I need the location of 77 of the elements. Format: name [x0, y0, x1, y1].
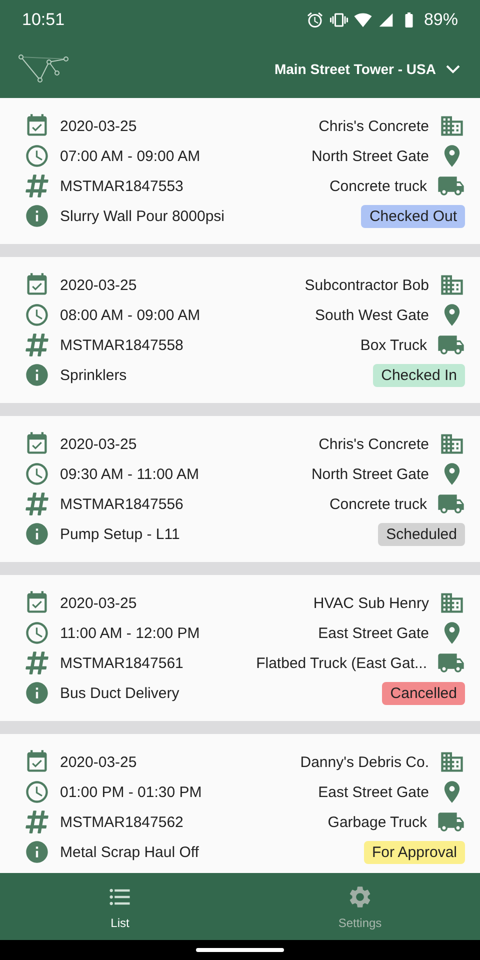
calendar-icon: [24, 431, 50, 457]
delivery-date: 2020-03-25: [60, 754, 137, 770]
clock-icon: [24, 620, 50, 646]
hash-icon: [24, 650, 50, 676]
company-name: Danny's Debris Co.: [300, 754, 429, 770]
hash-icon: [24, 332, 50, 358]
hash-icon: [24, 491, 50, 517]
delivery-card[interactable]: 2020-03-25 Danny's Debris Co. 01:00 PM - 01:30 PM East Street Gate MSTMAR1847562 Garbage Truck Metal Scrap Haul Off For Approval: [0, 734, 480, 873]
gate-name: East Street Gate: [318, 624, 429, 642]
delivery-number: MSTMAR1847562: [60, 814, 184, 830]
company-name: Chris's Concrete: [318, 118, 429, 134]
delivery-description: Bus Duct Delivery: [60, 684, 180, 702]
alarm-icon: [306, 11, 324, 29]
time-window: 09:30 AM - 11:00 AM: [60, 466, 199, 482]
delivery-description: Metal Scrap Haul Off: [60, 844, 199, 860]
delivery-description: Sprinklers: [60, 366, 127, 384]
status-time: 10:51: [22, 10, 65, 30]
delivery-card[interactable]: 2020-03-25 Chris's Concrete 07:00 AM - 09:00 AM North Street Gate MSTMAR1847553 Concrete truck Slurry Wall Pour 8000psi Checked Out: [0, 98, 480, 244]
gate-name: North Street Gate: [311, 148, 429, 164]
clock-icon: [24, 461, 50, 487]
battery-level: 89%: [424, 10, 458, 30]
gate-name: South West Gate: [315, 306, 429, 324]
info-icon: [24, 362, 50, 388]
time-window: 01:00 PM - 01:30 PM: [60, 784, 202, 800]
status-badge: Checked In: [373, 364, 465, 386]
chevron-down-icon: [446, 64, 460, 74]
delivery-card[interactable]: 2020-03-25 Subcontractor Bob 08:00 AM - 09:00 AM South West Gate MSTMAR1847558 Box Truck Sprinklers Checked In: [0, 257, 480, 403]
info-icon: [24, 203, 50, 229]
delivery-number: MSTMAR1847561: [60, 654, 184, 672]
delivery-card[interactable]: 2020-03-25 Chris's Concrete 09:30 AM - 11:00 AM North Street Gate MSTMAR1847556 Concrete truck Pump Setup - L11 Scheduled: [0, 416, 480, 562]
calendar-icon: [24, 590, 50, 616]
info-icon: [24, 839, 50, 865]
nav-tab[interactable]: List: [0, 873, 240, 940]
time-window: 11:00 AM - 12:00 PM: [60, 624, 200, 642]
status-badge: Scheduled: [378, 522, 465, 546]
calendar-icon: [24, 272, 50, 298]
company-name: HVAC Sub Henry: [313, 594, 429, 612]
wifi-icon: [354, 11, 372, 29]
calendar-icon: [24, 113, 50, 139]
time-window: 07:00 AM - 09:00 AM: [60, 148, 200, 164]
logo-icon: [18, 54, 70, 84]
delivery-number: MSTMAR1847558: [60, 336, 184, 354]
site-selector[interactable]: Main Street Tower - USA: [274, 57, 460, 81]
delivery-description: Slurry Wall Pour 8000psi: [60, 208, 225, 224]
status-badge: For Approval: [364, 840, 465, 864]
time-window: 08:00 AM - 09:00 AM: [60, 306, 200, 324]
vehicle-type: Flatbed Truck (East Gat...: [256, 654, 427, 672]
hash-icon: [24, 809, 50, 835]
delivery-number: MSTMAR1847553: [60, 178, 184, 194]
vibrate-icon: [330, 11, 348, 29]
delivery-date: 2020-03-25: [60, 118, 137, 134]
vehicle-type: Concrete truck: [329, 178, 427, 194]
settings-icon: [347, 884, 373, 910]
delivery-date: 2020-03-25: [60, 276, 137, 294]
hash-icon: [24, 173, 50, 199]
signal-icon: [378, 12, 394, 28]
delivery-date: 2020-03-25: [60, 594, 137, 612]
clock-icon: [24, 302, 50, 328]
clock-icon: [24, 143, 50, 169]
delivery-card[interactable]: 2020-03-25 HVAC Sub Henry 11:00 AM - 12:00 PM East Street Gate MSTMAR1847561 Flatbed Truck (East Gat... Bus Duct Delivery Cancelled: [0, 575, 480, 721]
gate-name: North Street Gate: [311, 466, 429, 482]
delivery-description: Pump Setup - L11: [60, 526, 180, 542]
gate-name: East Street Gate: [318, 784, 429, 800]
status-badge: Cancelled: [382, 682, 465, 704]
company-name: Chris's Concrete: [318, 436, 429, 452]
vehicle-type: Garbage Truck: [328, 814, 427, 830]
clock-icon: [24, 779, 50, 805]
delivery-number: MSTMAR1847556: [60, 496, 184, 512]
info-icon: [24, 680, 50, 706]
info-icon: [24, 521, 50, 547]
home-indicator[interactable]: [196, 948, 284, 952]
vehicle-type: Concrete truck: [329, 496, 427, 512]
status-badge: Checked Out: [361, 204, 465, 228]
delivery-date: 2020-03-25: [60, 436, 137, 452]
calendar-icon: [24, 749, 50, 775]
company-name: Subcontractor Bob: [304, 276, 429, 294]
vehicle-type: Box Truck: [360, 336, 427, 354]
